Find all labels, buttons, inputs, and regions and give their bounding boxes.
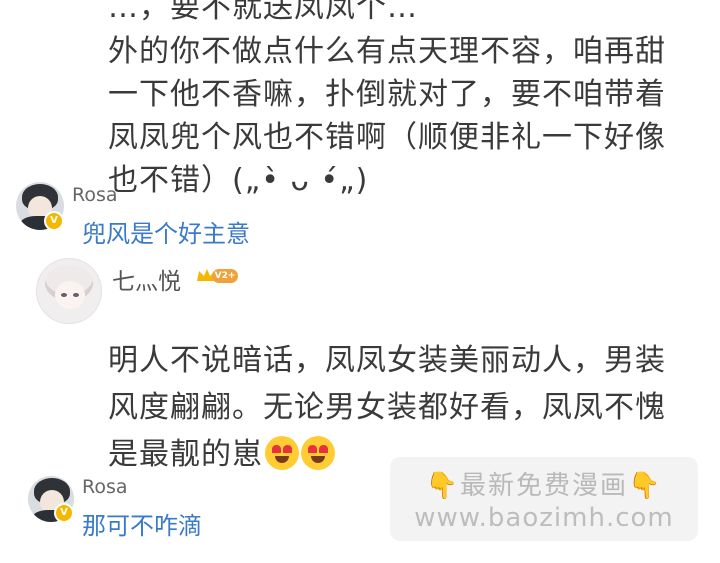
comment-username[interactable]: 七灬悦 [112,262,181,296]
avatar-qi-yue[interactable] [36,258,102,324]
comment-body-top: …，要不就送凤凤个… 外的你不做点什么有点天理不容，咱再甜 一下他不香嘛，扑倒就… [108,0,708,202]
watermark-title: 👇最新免费漫画👇 [425,471,663,501]
pointing-down-icon: 👇 [628,471,663,501]
comment-line: 凤凤兜个风也不错啊（顺便非礼一下好像 [108,120,666,155]
vip-crown-badge: V2+ [196,265,242,285]
comment-line: 风度翩翩。无论男女装都好看，凤凤不愧 [108,390,666,425]
level-badge: V2+ [212,269,238,283]
comment-line: 明人不说暗话，凤凤女装美丽动人，男装 [108,343,666,378]
comment-line: 外的你不做点什么有点天理不容，咱再甜 [108,34,666,69]
reply-username[interactable]: Rosa [82,476,128,498]
pointing-down-icon: 👇 [425,471,460,501]
comment-line-clipped: …，要不就送凤凤个… [108,0,418,25]
watermark: 👇最新免费漫画👇 www.baozimh.com [390,457,698,541]
verified-badge-icon: V [44,211,64,231]
reply-text: 那可不咋滴 [82,512,202,540]
heart-eyes-emoji-icon [265,436,299,470]
watermark-url: www.baozimh.com [414,503,674,533]
reply-username[interactable]: Rosa [72,184,118,206]
verified-badge-icon: V [54,503,74,523]
comment-line: 一下他不香嘛，扑倒就对了，要不咱带着 [108,77,666,112]
comment-line: 也不错）(„•̀ ᴗ •́„) [108,163,369,198]
reply-text: 兜风是个好主意 [82,220,250,248]
heart-eyes-emoji-icon [301,436,335,470]
